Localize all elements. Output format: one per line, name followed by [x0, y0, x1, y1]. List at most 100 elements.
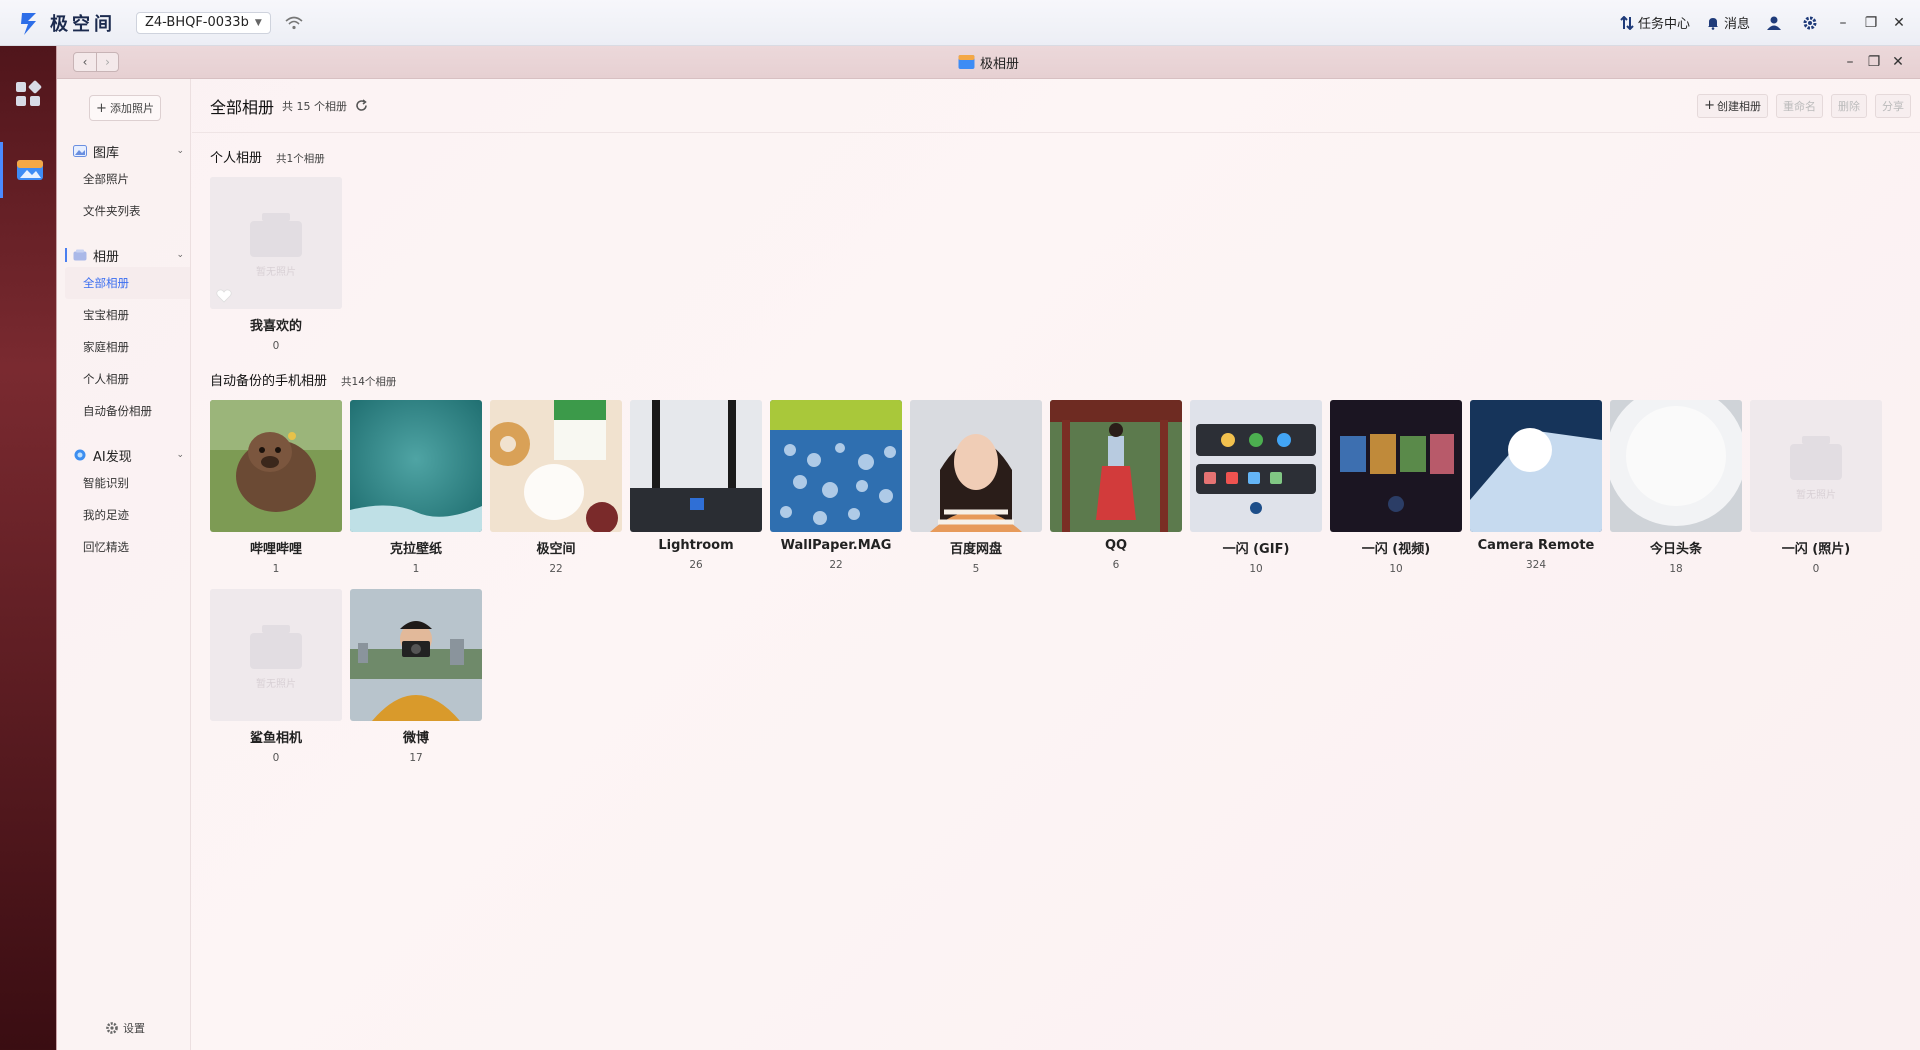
window-minimize-icon[interactable]: – — [1838, 54, 1862, 70]
sidebar-item-memories[interactable]: 回忆精选 — [57, 531, 190, 563]
sidebar-section-label: 相册 — [93, 249, 120, 265]
sidebar-section-gallery[interactable]: 图库 ⌄ — [57, 139, 190, 163]
settings-label: 设置 — [123, 1022, 145, 1035]
sidebar-section-ai[interactable]: AI发现 ⌄ — [57, 443, 190, 467]
album-name: 一闪 (照片) — [1781, 542, 1851, 557]
heart-icon[interactable] — [216, 289, 232, 303]
album-card[interactable]: Lightroom 26 — [630, 400, 762, 575]
sidebar-item-all-photos[interactable]: 全部照片 — [57, 163, 190, 195]
album-card[interactable]: 哔哩哔哩 1 — [210, 400, 342, 575]
group-count: 共14个相册 — [341, 376, 397, 388]
album-thumbnail[interactable]: 暂无照片 — [1750, 400, 1882, 532]
album-card[interactable]: 一闪 (GIF) 10 — [1190, 400, 1322, 575]
album-photo-count: 1 — [412, 563, 420, 575]
grid-icon — [16, 80, 42, 106]
album-thumbnail[interactable] — [1050, 400, 1182, 532]
sidebar-section-albums[interactable]: 相册 ⌄ — [57, 243, 190, 267]
album-thumbnail[interactable] — [490, 400, 622, 532]
album-card[interactable]: 暂无照片 鲨鱼相机 0 — [210, 589, 342, 764]
sidebar-item-backup-albums[interactable]: 自动备份相册 — [57, 395, 190, 427]
close-icon[interactable]: ✕ — [1892, 15, 1906, 31]
album-name: Camera Remote — [1477, 538, 1595, 553]
create-album-label: 创建相册 — [1717, 99, 1761, 113]
chevron-down-icon: ⌄ — [176, 146, 184, 156]
album-thumbnail[interactable]: 暂无照片 — [210, 177, 342, 309]
album-photo-count: 22 — [549, 563, 563, 575]
delete-button[interactable]: 删除 — [1831, 93, 1867, 118]
album-photo-count: 26 — [689, 559, 703, 571]
sidebar-item-smart-recognition[interactable]: 智能识别 — [57, 467, 190, 499]
album-card[interactable]: 一闪 (视频) 10 — [1330, 400, 1462, 575]
restore-icon[interactable]: ❐ — [1864, 15, 1878, 31]
plus-icon: + — [96, 100, 107, 116]
messages-button[interactable]: 消息 — [1706, 13, 1750, 32]
window-maximize-icon[interactable]: ❐ — [1862, 54, 1886, 70]
forward-icon[interactable]: › — [96, 53, 118, 71]
album-thumbnail[interactable] — [910, 400, 1042, 532]
system-topbar: 极空间 Z4-BHQF-0033b ▼ 任务中心 消息 – ❐ ✕ — [0, 0, 1920, 46]
sidebar-section-label: 图库 — [93, 145, 120, 161]
window-close-icon[interactable]: ✕ — [1886, 54, 1910, 70]
album-thumbnail[interactable] — [210, 400, 342, 532]
nav-buttons: ‹ › — [73, 52, 119, 72]
album-total-count: 共 15 个相册 — [282, 99, 348, 113]
album-thumbnail[interactable] — [630, 400, 762, 532]
album-thumbnail[interactable] — [350, 400, 482, 532]
chevron-down-icon: ⌄ — [176, 450, 184, 460]
sidebar-item-my-footprints[interactable]: 我的足迹 — [57, 499, 190, 531]
rename-button[interactable]: 重命名 — [1776, 93, 1823, 118]
refresh-icon[interactable] — [355, 99, 368, 112]
album-card[interactable]: QQ 6 — [1050, 400, 1182, 575]
share-button[interactable]: 分享 — [1875, 93, 1911, 118]
album-row: 暂无照片 我喜欢的 0 — [210, 177, 1920, 352]
sidebar-item-family-albums[interactable]: 家庭相册 — [57, 331, 190, 363]
album-thumbnail[interactable] — [1610, 400, 1742, 532]
sidebar-item-all-albums[interactable]: 全部相册 — [65, 267, 190, 299]
settings-button[interactable] — [1802, 15, 1822, 31]
album-card[interactable]: 暂无照片 一闪 (照片) 0 — [1750, 400, 1882, 575]
album-card[interactable]: 百度网盘 5 — [910, 400, 1042, 575]
album-card[interactable]: 暂无照片 我喜欢的 0 — [210, 177, 342, 352]
album-card[interactable]: WallPaper.MAG 22 — [770, 400, 902, 575]
album-thumbnail[interactable] — [1190, 400, 1322, 532]
page-title: 全部相册 — [210, 97, 275, 117]
album-thumbnail[interactable] — [770, 400, 902, 532]
album-photo-count: 324 — [1525, 559, 1547, 571]
album-thumbnail[interactable] — [350, 589, 482, 721]
album-thumbnail[interactable] — [1470, 400, 1602, 532]
task-center-button[interactable]: 任务中心 — [1620, 13, 1690, 32]
album-name: 一闪 (GIF) — [1222, 542, 1290, 557]
device-select[interactable]: Z4-BHQF-0033b ▼ — [136, 11, 271, 34]
photo-album-icon — [957, 55, 974, 69]
album-photo-count: 6 — [1112, 559, 1120, 571]
sidebar-item-personal-albums[interactable]: 个人相册 — [57, 363, 190, 395]
album-card[interactable]: 克拉壁纸 1 — [350, 400, 482, 575]
settings-link[interactable]: 设置 — [105, 1020, 145, 1036]
user-button[interactable] — [1766, 15, 1786, 31]
album-card[interactable]: 极空间 22 — [490, 400, 622, 575]
album-photo-count: 17 — [409, 752, 423, 764]
gear-icon — [1803, 16, 1817, 29]
sidebar-item-baby-albums[interactable]: 宝宝相册 — [57, 299, 190, 331]
album-row: 暂无照片 鲨鱼相机 0 微博 17 — [210, 589, 1920, 764]
image-icon — [73, 145, 87, 157]
album-card[interactable]: Camera Remote 324 — [1470, 400, 1602, 575]
album-thumbnail[interactable] — [1330, 400, 1462, 532]
toolbar: + 创建相册 重命名 删除 分享 — [1689, 93, 1911, 118]
add-photo-button[interactable]: + 添加照片 — [89, 95, 161, 121]
back-icon[interactable]: ‹ — [74, 53, 96, 71]
dock-apps-button[interactable] — [0, 66, 56, 122]
dock-photos-button[interactable] — [0, 142, 56, 198]
album-card[interactable]: 今日头条 18 — [1610, 400, 1742, 575]
ai-icon — [74, 449, 86, 461]
group-title: 自动备份的手机相册 — [210, 374, 328, 389]
svg-text:暂无照片: 暂无照片 — [1796, 488, 1836, 501]
minimize-icon[interactable]: – — [1836, 15, 1850, 31]
album-photo-count: 22 — [829, 559, 843, 571]
album-card[interactable]: 微博 17 — [350, 589, 482, 764]
album-thumbnail[interactable]: 暂无照片 — [210, 589, 342, 721]
album-name: 克拉壁纸 — [389, 542, 442, 557]
album-name: QQ — [1104, 538, 1128, 553]
sidebar-item-folder-list[interactable]: 文件夹列表 — [57, 195, 190, 227]
create-album-button[interactable]: + 创建相册 — [1697, 93, 1768, 118]
